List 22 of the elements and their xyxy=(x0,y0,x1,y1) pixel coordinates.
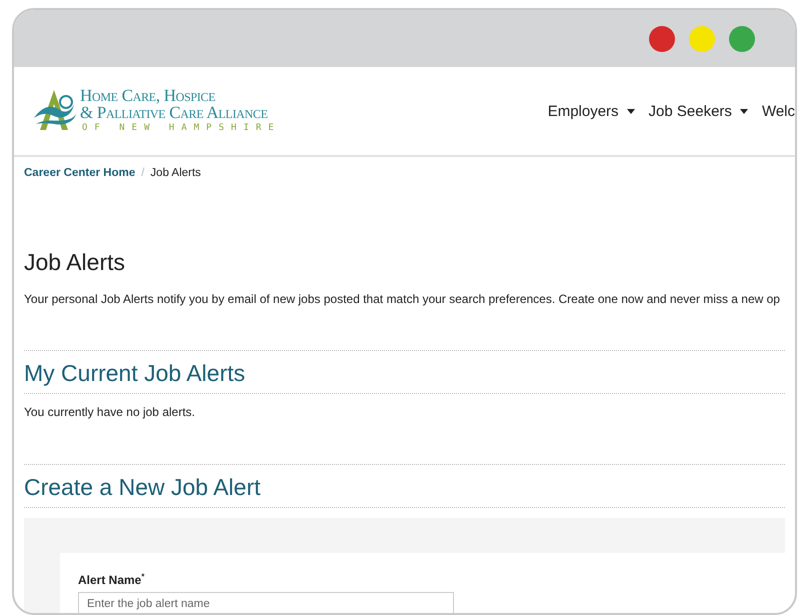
page-title: Job Alerts xyxy=(24,249,126,276)
maximize-icon[interactable] xyxy=(729,26,755,52)
nav-link[interactable]: Welc xyxy=(762,102,795,120)
alert-name-field[interactable]: Enter the job alert name xyxy=(78,592,454,613)
logo-tagline: OF NEW HAMPSHIRE xyxy=(82,122,281,135)
required-mark: * xyxy=(141,572,144,581)
caret-icon xyxy=(626,108,635,114)
field-label: Alert Name$^{*}$ xyxy=(78,572,144,587)
minimize-icon[interactable] xyxy=(689,26,715,52)
empty-message: You currently have no job alerts. xyxy=(24,405,196,419)
nav-link[interactable]: Job Seekers xyxy=(648,102,748,120)
logo-text: Home Care, Hospice xyxy=(80,87,216,104)
logo-text: & Palliative Care Alliance xyxy=(80,104,269,121)
intro-text: Your personal Job Alerts notify you by email of new jobs posted that match your search preferences. Create one now and never miss a new op xyxy=(24,292,781,306)
breadcrumb-current: Job Alerts xyxy=(150,167,201,181)
section-heading: My Current Job Alerts xyxy=(24,359,246,387)
breadcrumb-separator: / xyxy=(141,167,144,181)
close-icon[interactable] xyxy=(649,26,675,52)
section-heading: Create a New Job Alert xyxy=(24,473,262,501)
breadcrumb-link[interactable]: Career Center Home xyxy=(24,167,136,191)
nav-link[interactable]: Employers xyxy=(548,102,635,120)
caret-icon xyxy=(740,108,748,114)
